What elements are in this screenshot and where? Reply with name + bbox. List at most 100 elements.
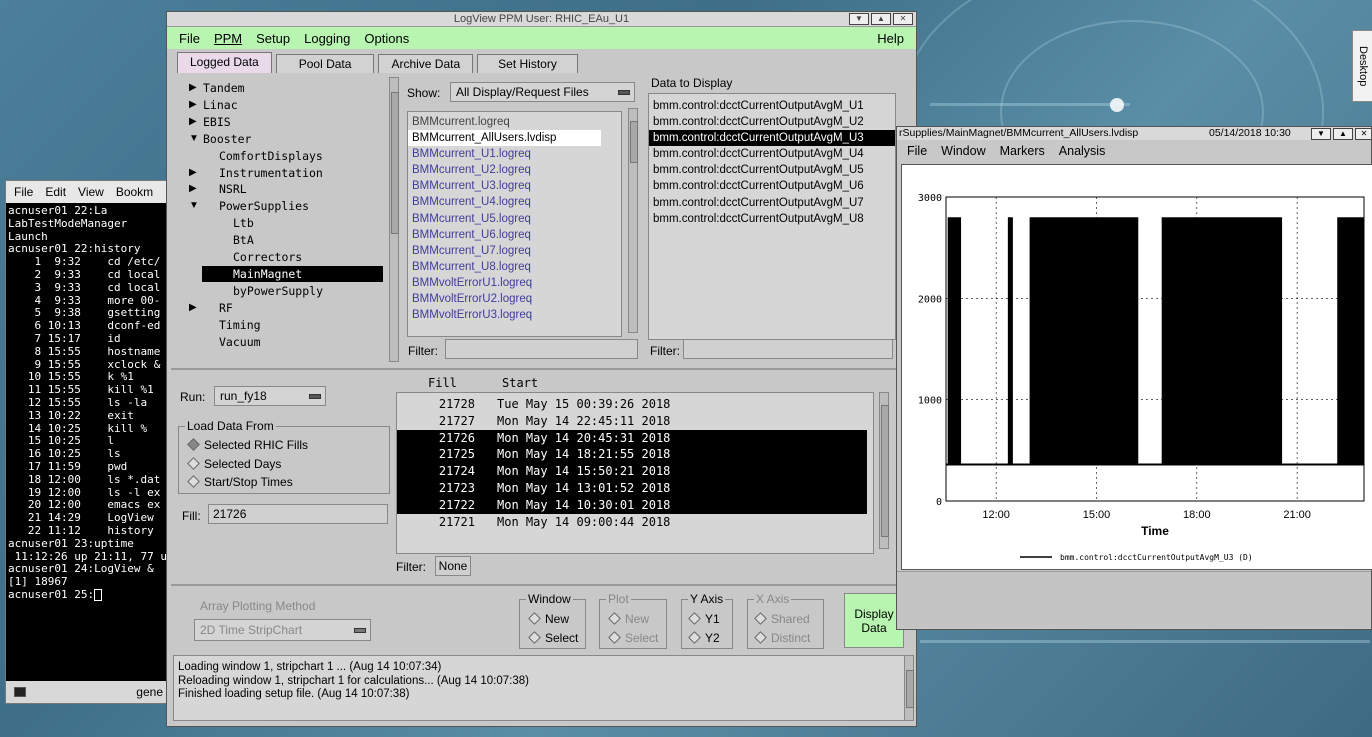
file-list-item[interactable]: BMMcurrent_U6.logreq bbox=[408, 227, 621, 243]
fills-scrollbar[interactable] bbox=[879, 392, 889, 549]
expanded-arrow-icon[interactable]: ▼ bbox=[189, 133, 199, 144]
tree-item[interactable]: Linac bbox=[203, 97, 238, 113]
x-shared-radio[interactable]: Shared bbox=[754, 612, 810, 626]
status-log[interactable]: Loading window 1, stripchart 1 ... (Aug … bbox=[173, 655, 909, 721]
plot-menu-window[interactable]: Window bbox=[941, 144, 985, 158]
terminal-menu-bookmarks[interactable]: Bookm bbox=[116, 185, 153, 199]
tab-archive-data[interactable]: Archive Data bbox=[378, 54, 474, 73]
terminal-icon[interactable] bbox=[14, 687, 26, 697]
window-select-radio[interactable]: Select bbox=[528, 631, 578, 645]
data-item[interactable]: bmm.control:dcctCurrentOutputAvgM_U6 bbox=[649, 178, 895, 194]
tree-item[interactable]: Correctors bbox=[233, 249, 302, 265]
collapsed-arrow-icon[interactable]: ▶ bbox=[189, 116, 197, 127]
menu-setup[interactable]: Setup bbox=[256, 31, 290, 46]
menu-logging[interactable]: Logging bbox=[304, 31, 350, 46]
tree-item[interactable]: EBIS bbox=[203, 114, 231, 130]
tree-item[interactable]: RF bbox=[219, 300, 233, 316]
data-item[interactable]: bmm.control:dcctCurrentOutputAvgM_U4 bbox=[649, 146, 895, 162]
data-item[interactable]: bmm.control:dcctCurrentOutputAvgM_U5 bbox=[649, 162, 895, 178]
fill-row[interactable]: 21724 Mon May 14 15:50:21 2018 bbox=[397, 463, 867, 480]
desktop-tab[interactable]: Desktop bbox=[1352, 30, 1372, 102]
collapsed-arrow-icon[interactable]: ▶ bbox=[189, 82, 197, 93]
show-select[interactable]: All Display/Request Files bbox=[450, 82, 635, 102]
tree-item[interactable]: MainMagnet bbox=[202, 265, 383, 282]
terminal-menu-edit[interactable]: Edit bbox=[45, 185, 66, 199]
tree-item[interactable]: Ltb bbox=[233, 215, 254, 231]
collapsed-arrow-icon[interactable]: ▶ bbox=[189, 99, 197, 110]
file-list-item[interactable]: BMMvoltErrorU2.logreq bbox=[408, 291, 621, 307]
expanded-arrow-icon[interactable]: ▼ bbox=[189, 200, 199, 211]
tab-pool-data[interactable]: Pool Data bbox=[275, 54, 375, 73]
collapsed-arrow-icon[interactable]: ▶ bbox=[189, 167, 197, 178]
data-item[interactable]: bmm.control:dcctCurrentOutputAvgM_U8 bbox=[649, 211, 895, 227]
tree-item[interactable]: ComfortDisplays bbox=[219, 148, 323, 164]
array-plot-select[interactable]: 2D Time StripChart bbox=[194, 619, 371, 641]
y1-radio[interactable]: Y1 bbox=[688, 612, 720, 626]
close-icon[interactable]: ✕ bbox=[893, 13, 913, 25]
tree-scrollbar[interactable] bbox=[389, 77, 399, 362]
menu-help[interactable]: Help bbox=[877, 31, 904, 46]
status-log-scrollbar[interactable] bbox=[904, 655, 914, 721]
tree-item[interactable]: PowerSupplies bbox=[219, 198, 309, 214]
data-item[interactable]: bmm.control:dcctCurrentOutputAvgM_U2 bbox=[649, 114, 895, 130]
maximize-icon[interactable]: ▲ bbox=[871, 13, 891, 25]
tree-item[interactable]: Instrumentation bbox=[219, 165, 323, 181]
radio-selected-days[interactable]: Selected Days bbox=[187, 457, 281, 471]
file-list-item[interactable]: BMMcurrent_U2.logreq bbox=[408, 162, 621, 178]
file-list-item[interactable]: BMMcurrent_U5.logreq bbox=[408, 211, 621, 227]
tree-item[interactable]: Vacuum bbox=[219, 334, 261, 350]
file-list-scrollbar[interactable] bbox=[628, 108, 638, 333]
plot-menu-analysis[interactable]: Analysis bbox=[1059, 144, 1106, 158]
fill-row[interactable]: 21723 Mon May 14 13:01:52 2018 bbox=[397, 479, 867, 497]
fill-row[interactable]: 21721 Mon May 14 09:00:44 2018 bbox=[397, 514, 867, 531]
tree-item[interactable]: BtA bbox=[233, 232, 254, 248]
terminal-menu-file[interactable]: File bbox=[14, 185, 33, 199]
stripchart-plot[interactable]: 0 1000 2000 3000 12:00 15:00 18:00 21:00 Time bmm… bbox=[901, 164, 1372, 570]
fill-filter-none-button[interactable]: None bbox=[435, 556, 471, 576]
tab-logged-data[interactable]: Logged Data bbox=[177, 52, 272, 73]
tree-item[interactable]: Tandem bbox=[203, 80, 245, 96]
fill-row[interactable]: 21727 Mon May 14 22:45:11 2018 bbox=[397, 413, 867, 430]
fills-list[interactable]: 21728 Tue May 15 00:39:26 2018 21727 Mon Ma… bbox=[396, 392, 874, 554]
data-filter-input[interactable] bbox=[683, 339, 893, 359]
fill-row[interactable]: 21722 Mon May 14 10:30:01 2018 bbox=[397, 496, 867, 514]
data-item[interactable]: bmm.control:dcctCurrentOutputAvgM_U7 bbox=[649, 195, 895, 211]
file-list-item[interactable]: BMMvoltErrorU1.logreq bbox=[408, 275, 621, 291]
collapsed-arrow-icon[interactable]: ▶ bbox=[189, 183, 197, 194]
tab-set-history[interactable]: Set History bbox=[477, 54, 578, 73]
fill-row[interactable]: 21726 Mon May 14 20:45:31 2018 bbox=[397, 429, 867, 447]
menu-down-icon[interactable]: ▼ bbox=[1311, 128, 1331, 140]
file-list-item[interactable]: BMMcurrent_U1.logreq bbox=[408, 146, 621, 162]
collapsed-arrow-icon[interactable]: ▶ bbox=[189, 302, 197, 313]
file-list[interactable]: BMMcurrent.logreq BMMcurrent_AllUsers.lvd… bbox=[407, 111, 622, 337]
plot-menu-markers[interactable]: Markers bbox=[1000, 144, 1045, 158]
data-item[interactable]: bmm.control:dcctCurrentOutputAvgM_U3 bbox=[649, 130, 895, 147]
maximize-icon[interactable]: ▲ bbox=[1333, 128, 1353, 140]
menu-ppm[interactable]: PPM bbox=[214, 31, 242, 46]
y2-radio[interactable]: Y2 bbox=[688, 631, 720, 645]
menu-options[interactable]: Options bbox=[364, 31, 409, 46]
fill-row[interactable]: 21725 Mon May 14 18:21:55 2018 bbox=[397, 446, 867, 464]
tree-item[interactable]: Booster bbox=[203, 131, 251, 147]
file-list-item[interactable]: BMMcurrent_U7.logreq bbox=[408, 243, 621, 259]
tree-item[interactable]: byPowerSupply bbox=[233, 283, 323, 299]
radio-start-stop-times[interactable]: Start/Stop Times bbox=[187, 475, 293, 489]
menu-down-icon[interactable]: ▼ bbox=[849, 13, 869, 25]
file-list-item[interactable]: BMMcurrent_U8.logreq bbox=[408, 259, 621, 275]
menu-file[interactable]: File bbox=[179, 31, 200, 46]
file-list-item[interactable]: BMMcurrent_U3.logreq bbox=[408, 178, 621, 194]
display-data-button[interactable]: Display Data bbox=[844, 593, 904, 648]
file-list-item[interactable]: BMMcurrent_U4.logreq bbox=[408, 194, 621, 210]
radio-selected-rhic-fills[interactable]: Selected RHIC Fills bbox=[187, 438, 308, 452]
file-filter-input[interactable] bbox=[445, 339, 638, 359]
file-list-item[interactable]: BMMcurrent_AllUsers.lvdisp bbox=[408, 130, 601, 147]
fill-row[interactable]: 21728 Tue May 15 00:39:26 2018 bbox=[397, 396, 867, 413]
window-new-radio[interactable]: New bbox=[528, 612, 569, 626]
tree-item[interactable]: NSRL bbox=[219, 181, 247, 197]
terminal-output[interactable]: acnuser01 22:La LabTestModeManager Launch a… bbox=[6, 203, 171, 669]
plot-select-radio[interactable]: Select bbox=[608, 631, 658, 645]
data-item[interactable]: bmm.control:dcctCurrentOutputAvgM_U1 bbox=[649, 98, 895, 114]
file-list-item[interactable]: BMMvoltErrorU3.logreq bbox=[408, 307, 621, 323]
close-icon[interactable]: ✕ bbox=[1355, 128, 1371, 140]
terminal-menu-view[interactable]: View bbox=[78, 185, 104, 199]
